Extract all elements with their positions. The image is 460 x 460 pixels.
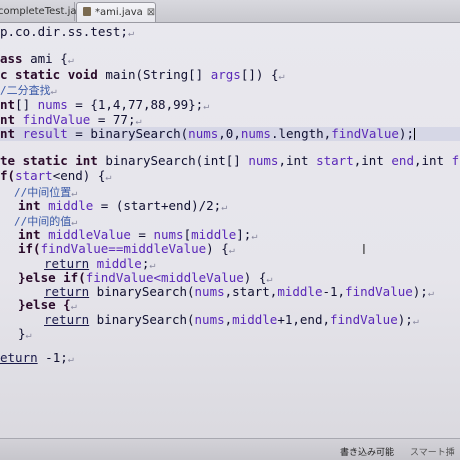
code-line: f(start<end) {↵	[0, 168, 112, 184]
tab-ami-java[interactable]: *ami.java ⊠	[76, 2, 156, 22]
code-line: }else if(findValue<middleValue) {↵	[18, 270, 273, 286]
code-line: ass ami {↵	[0, 51, 74, 67]
code-line: //中间位置↵	[14, 186, 78, 199]
code-line: nt findValue = 77;↵	[0, 112, 142, 128]
java-file-icon	[83, 7, 91, 16]
editor-tab-bar: completeTest.java *ami.java ⊠	[0, 0, 460, 23]
code-line: eturn -1;↵	[0, 350, 74, 366]
code-line: return binarySearch(nums,start,middle-1,…	[44, 284, 434, 300]
code-line: return binarySearch(nums,middle+1,end,fi…	[44, 312, 419, 328]
code-line: return middle;↵	[44, 256, 156, 272]
editor-window: completeTest.java *ami.java ⊠ p.co.dir.ss…	[0, 0, 460, 460]
code-line: }↵	[18, 326, 32, 342]
code-line: }else {↵	[18, 297, 77, 313]
code-line: nt[] nums = {1,4,77,88,99};↵	[0, 97, 210, 113]
mouse-ibeam-cursor-icon: I	[362, 243, 366, 258]
insert-mode-status: スマート挿入	[410, 448, 455, 458]
code-line: if(findValue==middleValue) {↵	[18, 241, 235, 257]
tab-label: *ami.java	[95, 7, 143, 18]
tab-completetest[interactable]: completeTest.java	[0, 2, 89, 21]
close-tab-icon[interactable]: ⊠	[147, 3, 155, 22]
code-line: p.co.dir.ss.test;↵	[0, 24, 134, 40]
code-line: te static int binarySearch(int[] nums,in…	[0, 153, 460, 168]
code-line: int middleValue = nums[middle];↵	[18, 227, 258, 243]
code-line: int middle = (start+end)/2;↵	[18, 198, 228, 214]
code-line: /二分査找↵	[0, 84, 57, 97]
code-line-current: nt result = binarySearch(nums,0,nums.len…	[0, 127, 460, 141]
code-line: c static void main(String[] args[]) {↵	[0, 67, 285, 83]
text-caret	[413, 128, 415, 140]
code-editor[interactable]: p.co.dir.ss.test;↵ ass ami {↵ c static v…	[0, 23, 460, 438]
status-bar: 書き込み可能 スマート挿入	[0, 438, 460, 460]
code-line: //中间的值↵	[14, 215, 78, 228]
write-mode-status: 書き込み可能	[340, 448, 395, 458]
